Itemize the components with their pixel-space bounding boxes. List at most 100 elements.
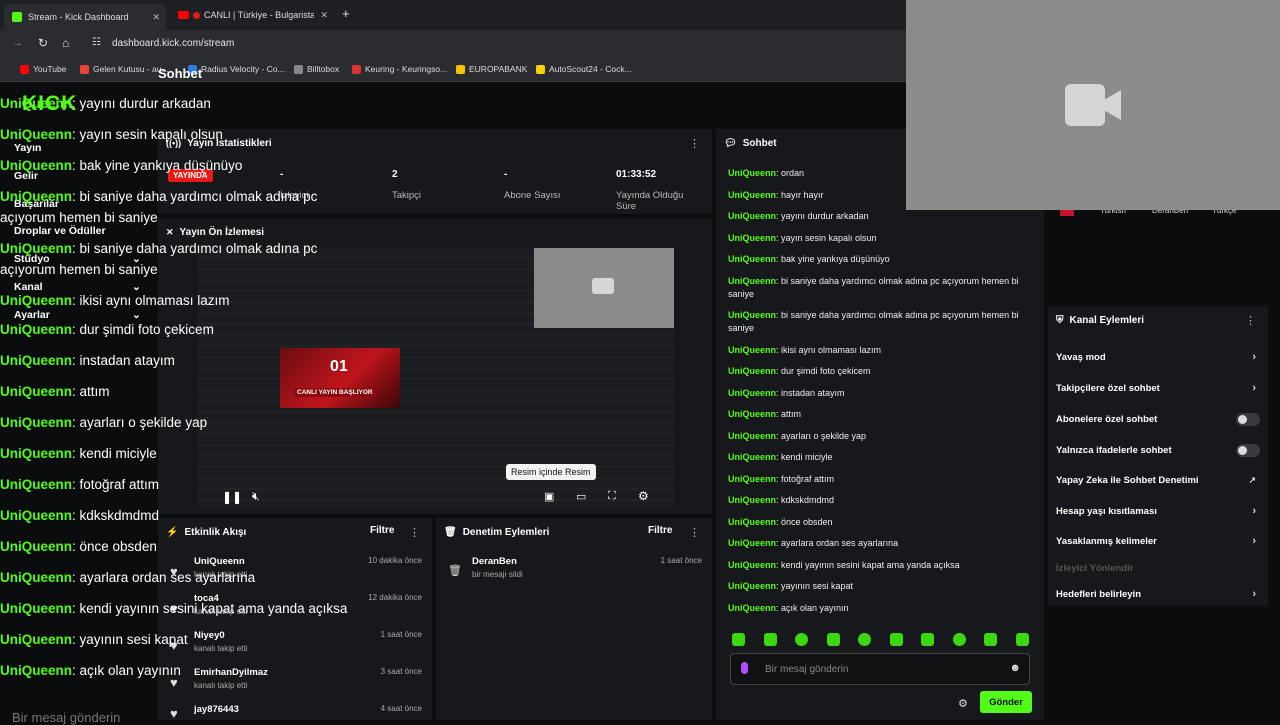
- browser-tab-youtube[interactable]: CANLI | Türkiye - Bulgarista... ✕: [170, 4, 334, 26]
- action-subscribers-only[interactable]: Abonelere özel sohbet: [1048, 404, 1268, 434]
- filter-button[interactable]: Filtre: [648, 525, 672, 536]
- feed-user[interactable]: toca4: [194, 593, 219, 604]
- chat-username[interactable]: UniQueenn: [728, 495, 776, 505]
- chat-input[interactable]: Bir mesaj gönderin ☻: [730, 653, 1030, 685]
- bookmark-youtube[interactable]: YouTube: [20, 64, 66, 74]
- heart-icon: ♥: [170, 638, 178, 653]
- feed-user[interactable]: jay876443: [194, 704, 239, 715]
- chat-username[interactable]: UniQueenn: [728, 233, 776, 243]
- chat-username[interactable]: UniQueenn: [728, 538, 776, 548]
- bookmark-label: EUROPABANK: [469, 64, 528, 74]
- sidebar-item-droplar[interactable]: Droplar ve Ödüller: [14, 225, 106, 237]
- emote-icon[interactable]: [764, 633, 777, 646]
- chat-username[interactable]: UniQueenn: [728, 474, 776, 484]
- bookmark-radius[interactable]: Radius Velocity - Co...: [188, 64, 285, 74]
- mute-icon[interactable]: 🔇︎: [252, 489, 260, 504]
- close-icon[interactable]: ✕: [166, 227, 174, 238]
- browser-tab-kick[interactable]: Stream - Kick Dashboard ✕: [4, 4, 166, 30]
- inner-caption: CANLI YAYIN BAŞLIYOR: [294, 388, 376, 397]
- feed-user[interactable]: UniQueenn: [194, 556, 245, 567]
- emote-icon[interactable]: [953, 633, 966, 646]
- emote-icon[interactable]: [827, 633, 840, 646]
- toggle-switch[interactable]: [1236, 412, 1260, 426]
- emote-icon[interactable]: [1016, 633, 1029, 646]
- settings-gear-icon[interactable]: ⚙: [638, 489, 649, 503]
- chat-username[interactable]: UniQueenn: [728, 581, 776, 591]
- chat-username[interactable]: UniQueenn: [728, 366, 776, 376]
- chat-username[interactable]: UniQueenn: [728, 345, 776, 355]
- gmail-icon: [80, 64, 89, 74]
- chat-username[interactable]: UniQueenn: [728, 168, 776, 178]
- send-button[interactable]: Gönder: [980, 691, 1032, 713]
- emote-icon[interactable]: [890, 633, 903, 646]
- sidebar-item-yayin[interactable]: Yayın: [14, 142, 41, 154]
- feed-time: 1 saat önce: [380, 630, 422, 639]
- close-tab-icon[interactable]: ✕: [320, 10, 328, 21]
- emote-icon[interactable]: [984, 633, 997, 646]
- emote-icon[interactable]: [795, 633, 808, 646]
- chat-username[interactable]: UniQueenn: [728, 388, 776, 398]
- url-field[interactable]: dashboard.kick.com/stream: [112, 38, 234, 49]
- moderator-name[interactable]: DeranBen: [472, 556, 517, 567]
- chat-settings-icon[interactable]: ⚙: [958, 697, 968, 710]
- stat-followers: 2 Takipçi: [392, 169, 421, 201]
- filter-button[interactable]: Filtre: [370, 525, 394, 536]
- chat-username[interactable]: UniQueenn: [728, 190, 776, 200]
- action-goals[interactable]: Hedefleri belirleyin ›: [1048, 579, 1268, 609]
- sidebar-item-ayarlar[interactable]: Ayarlar ⌄: [14, 309, 144, 321]
- chat-username[interactable]: UniQueenn: [728, 603, 776, 613]
- toggle-switch[interactable]: [1236, 443, 1260, 457]
- microphone-icon[interactable]: [741, 662, 748, 674]
- chevron-right-icon: ›: [1252, 535, 1256, 547]
- feed-user[interactable]: Niyey0: [194, 630, 225, 641]
- forward-icon[interactable]: →: [12, 37, 23, 49]
- action-emote-only[interactable]: Yalnızca ifadelerle sohbet: [1048, 435, 1268, 465]
- bookmark-keuring[interactable]: Keuring - Keuringso...: [352, 64, 447, 74]
- reload-icon[interactable]: ↻: [38, 36, 48, 50]
- more-options-icon[interactable]: ⋮: [689, 137, 700, 150]
- chat-username[interactable]: UniQueenn: [728, 560, 776, 570]
- theater-icon[interactable]: ▭: [576, 490, 586, 503]
- action-ai-moderation[interactable]: Yapay Zeka ile Sohbet Denetimi ↗: [1048, 465, 1268, 495]
- chat-username[interactable]: UniQueenn: [728, 517, 776, 527]
- picture-in-picture-icon[interactable]: ▣: [544, 490, 554, 503]
- pause-icon[interactable]: ❚❚: [222, 490, 242, 504]
- bookmark-autoscout[interactable]: AutoScout24 - Cock...: [536, 64, 632, 74]
- emoji-icon[interactable]: ☻: [1009, 662, 1021, 674]
- more-options-icon[interactable]: ⋮: [409, 526, 420, 539]
- chat-username[interactable]: UniQueenn: [728, 431, 776, 441]
- feed-user[interactable]: EmirhanDyilmaz: [194, 667, 268, 678]
- bookmark-gmail[interactable]: Gelen Kutusu - au...: [80, 64, 169, 74]
- sidebar-item-studyo[interactable]: Stüdyo ⌄: [14, 253, 144, 265]
- chat-text: : yayının sesi kapat: [776, 581, 854, 591]
- kick-logo[interactable]: KICK: [22, 92, 77, 116]
- chat-username[interactable]: UniQueenn: [728, 276, 776, 286]
- site-info-icon[interactable]: ☷: [92, 37, 101, 48]
- emote-icon[interactable]: [921, 633, 934, 646]
- chat-username[interactable]: UniQueenn: [728, 452, 776, 462]
- video-preview[interactable]: 01 CANLI YAYIN BAŞLIYOR Resim içinde Res…: [198, 248, 674, 508]
- new-tab-icon[interactable]: +: [342, 6, 350, 21]
- emote-icon[interactable]: [858, 633, 871, 646]
- more-options-icon[interactable]: ⋮: [689, 526, 700, 539]
- emote-icon[interactable]: [732, 633, 745, 646]
- chat-username[interactable]: UniQueenn: [728, 254, 776, 264]
- fullscreen-icon[interactable]: ⛶: [608, 490, 616, 503]
- action-slow-mode[interactable]: Yavaş mod ›: [1048, 342, 1268, 372]
- chat-username[interactable]: UniQueenn: [728, 409, 776, 419]
- sidebar-item-gelir[interactable]: Gelir: [14, 170, 38, 182]
- more-options-icon[interactable]: ⋮: [1245, 314, 1256, 327]
- close-tab-icon[interactable]: ✕: [152, 12, 160, 23]
- billtobox-icon: [294, 64, 303, 74]
- bookmark-billtobox[interactable]: Billtobox: [294, 64, 339, 74]
- home-icon[interactable]: ⌂: [62, 36, 69, 50]
- action-followers-only[interactable]: Takipçilere özel sohbet ›: [1048, 373, 1268, 403]
- bookmark-europabank[interactable]: EUROPABANK: [456, 64, 527, 74]
- panel-title: Etkinlik Akışı: [184, 526, 247, 538]
- sidebar-item-kanal[interactable]: Kanal ⌄: [14, 281, 144, 293]
- chat-username[interactable]: UniQueenn: [728, 310, 776, 320]
- action-account-age[interactable]: Hesap yaşı kısıtlaması ›: [1048, 496, 1268, 526]
- action-banned-words[interactable]: Yasaklanmış kelimeler ›: [1048, 526, 1268, 556]
- chat-username[interactable]: UniQueenn: [728, 211, 776, 221]
- sidebar-item-basarilar[interactable]: Başarılar: [14, 198, 59, 210]
